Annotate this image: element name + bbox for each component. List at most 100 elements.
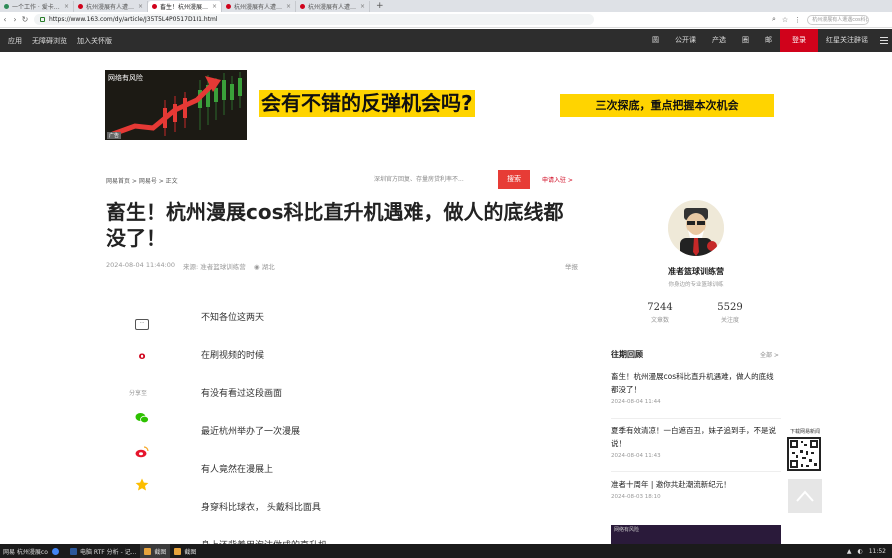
weibo-icon[interactable] (135, 446, 149, 460)
taskbar-app[interactable]: 截图 (170, 544, 200, 558)
taskbar-app[interactable]: 截图 (140, 544, 171, 558)
browser-tab-strip: 一个工作 · 爱卡说网× 杭州漫展有人遭遇cos飞机遇险× 畜生！杭州漫展cos… (0, 0, 892, 12)
location-icon: ◉ (253, 263, 262, 271)
nav-link-open-course[interactable]: 公开课 (667, 29, 704, 52)
zoom-icon[interactable]: ⌕ (772, 15, 776, 24)
favicon-icon (4, 4, 9, 9)
favicon-icon (300, 4, 305, 9)
share-label: 分享至 (129, 390, 148, 397)
search-button[interactable]: 搜索 (498, 170, 530, 189)
paragraph: 身穿科比球衣， 头戴科比面具 (201, 503, 321, 513)
screen: { "browser": { "tabs": [ {"label": "一个工作… (0, 0, 892, 558)
nav-link-finance[interactable]: 圈 (734, 29, 757, 52)
menu-icon[interactable] (876, 37, 892, 44)
report-link[interactable]: 举报 (565, 261, 578, 271)
taskbar-app[interactable] (48, 544, 66, 558)
login-button[interactable]: 登录 (780, 29, 818, 52)
article-source[interactable]: 来源: 准者篮球训练营 (183, 261, 246, 271)
nav-link-app-download[interactable]: 圆 (644, 29, 667, 52)
paragraph: 在刷视频的时候 (201, 351, 265, 361)
favicon-icon (152, 4, 157, 9)
apply-join-link[interactable]: 申请入驻 > (542, 175, 573, 184)
url-field[interactable]: https://www.163.com/dy/article/J35T5L4P0… (34, 14, 594, 25)
recent-all-link[interactable]: 全部 > (760, 350, 779, 359)
document-icon (70, 547, 77, 555)
recent-heading: 往期回顾 (611, 350, 643, 359)
close-tab-icon[interactable]: × (212, 3, 217, 10)
forward-icon[interactable]: › (10, 15, 20, 24)
recent-item[interactable]: 畜生！杭州漫展cos科比直升机遇难，做人的底线都没了！ 2024-08-04 1… (611, 370, 781, 405)
article-meta: 2024-08-04 11:44:00 来源: 准者篮球训练营 ◉ 湖北 举报 (106, 261, 578, 271)
browser-tab-active[interactable]: 畜生！杭州漫展cos科比直升机× (148, 1, 222, 12)
browser-tab[interactable]: 杭州漫展有人遭遇cos飞机遇险× (74, 1, 148, 12)
qzone-icon[interactable] (135, 478, 149, 492)
favicon-icon (226, 4, 231, 9)
article-date: 2024-08-04 11:44:00 (106, 261, 176, 269)
star-icon[interactable]: ☆ (782, 16, 788, 24)
breadcrumb[interactable]: 网易首页 > 网易号 > 正文 (106, 176, 178, 185)
paragraph: 最近杭州举办了一次漫展 (201, 427, 301, 437)
nav-link-apps[interactable]: 应用 (8, 36, 22, 46)
screenshot-icon (174, 547, 182, 555)
clock[interactable]: 11:52 (869, 548, 886, 555)
author-name[interactable]: 准者篮球训练营 (612, 266, 780, 277)
new-tab-button[interactable]: + (370, 1, 390, 12)
close-tab-icon[interactable]: × (286, 3, 291, 10)
sidebar-ad[interactable]: 网络有风险 (611, 525, 781, 545)
ad-subline: 三次探底，重点把握本次机会 (560, 94, 774, 117)
divider (611, 418, 781, 419)
close-tab-icon[interactable]: × (64, 3, 69, 10)
close-tab-icon[interactable]: × (360, 3, 365, 10)
taskbar-app[interactable]: 电脑 RTF 分析 - 记... (66, 544, 140, 558)
paragraph: 有人竟然在漫展上 (201, 465, 274, 475)
ad-headline: 会有不错的反弹机会吗? (259, 90, 475, 117)
stat-followers: 5529 关注度 (717, 302, 743, 324)
app-download-qr[interactable]: 下载网易新闻 (787, 428, 823, 471)
favicon-icon (78, 4, 83, 9)
taskbar-start[interactable]: 网易 杭州漫展cos... (0, 547, 48, 556)
system-tray: ▲ ◐ 11:52 (847, 548, 892, 555)
site-search: 深圳官方回复、存量房贷利率不... 搜索 申请入驻 > (372, 170, 573, 189)
back-to-top-button[interactable] (788, 479, 822, 513)
lock-icon (40, 17, 45, 22)
back-icon[interactable]: ‹ (0, 15, 10, 24)
search-input[interactable]: 深圳官方回复、存量房贷利率不... (372, 170, 498, 189)
wechat-icon[interactable] (135, 412, 149, 426)
nav-link-follow[interactable]: 红星关注辟谣 (818, 29, 876, 52)
chrome-icon (52, 547, 59, 555)
address-toolbar: ⌕ ☆ ⋮ (772, 15, 801, 24)
paragraph: 不知各位这两天 (201, 313, 265, 323)
browser-tab[interactable]: 杭州漫展有人遭遇cos科比直升机× (296, 1, 370, 12)
netease-icon[interactable]: o (135, 350, 149, 364)
nav-link-accessibility[interactable]: 无障碍浏览 (32, 36, 67, 46)
nav-link-mail[interactable]: 邮 (757, 29, 780, 52)
author-desc: 你身边的专业篮球训练 (668, 282, 724, 288)
network-icon[interactable]: ▲ (847, 548, 852, 555)
browser-search-input[interactable]: 杭州漫展有人遭遇cos科比... (807, 14, 870, 25)
screenshot-icon (144, 547, 152, 555)
address-bar: ‹ › ↻ https://www.163.com/dy/article/J35… (0, 12, 892, 28)
close-tab-icon[interactable]: × (138, 3, 143, 10)
reload-icon[interactable]: ↻ (20, 15, 30, 24)
browser-tab[interactable]: 一个工作 · 爱卡说网 × (0, 1, 74, 12)
site-top-nav: 应用 无障碍浏览 加入关怀版 圆 公开课 产选 圈 邮 登录 红星关注辟谣 (0, 29, 892, 52)
stat-articles: 7244 文章数 (647, 302, 673, 324)
os-taskbar: 网易 杭州漫展cos... 电脑 RTF 分析 - 记... 截图 截图 ▲ ◐… (0, 544, 892, 558)
article-title: 畜生！杭州漫展cos科比直升机遇难，做人的底线都没了！ (106, 200, 564, 250)
browser-tab[interactable]: 杭州漫展有人遭遇cos科比直升机× (222, 1, 296, 12)
recent-item[interactable]: 夏季有效清凉！一白遮百丑，妹子追到手，不是说说！ 2024-08-04 11:4… (611, 424, 781, 459)
volume-icon[interactable]: ◐ (857, 548, 862, 555)
nav-link-care-mode[interactable]: 加入关怀版 (77, 36, 112, 46)
ad-banner[interactable]: 网络有风险 广告 会有不错的反弹机会吗? 三次探底，重点把握本次机会 (105, 70, 775, 140)
stock-chart-image: 网络有风险 广告 (105, 70, 247, 140)
arrow-up-icon (796, 490, 814, 502)
extensions-icon[interactable]: ⋮ (794, 16, 801, 24)
author-avatar[interactable] (668, 200, 724, 256)
qr-code-icon (787, 437, 821, 471)
divider (611, 471, 781, 472)
recent-item[interactable]: 准者十周年 | 邀你共赴潮流新纪元！ 2024-08-03 18:10 (611, 478, 781, 500)
paragraph: 有没有看过这段画面 (201, 389, 283, 399)
comment-icon[interactable]: ··· (135, 319, 149, 330)
nav-link-products[interactable]: 产选 (704, 29, 734, 52)
article-location: ◉ 湖北 (253, 263, 275, 271)
